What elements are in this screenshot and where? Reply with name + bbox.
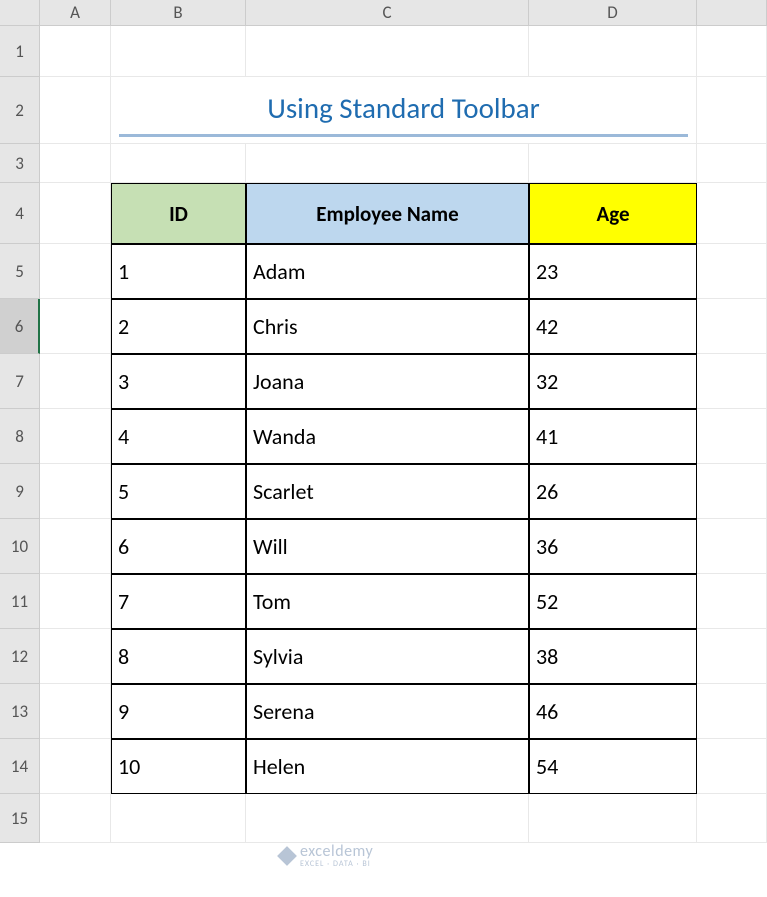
table-cell-id[interactable]: 1 bbox=[111, 244, 246, 299]
cell-C3[interactable] bbox=[246, 144, 529, 183]
col-header-C[interactable]: C bbox=[246, 0, 529, 26]
select-all-corner[interactable] bbox=[0, 0, 40, 26]
cell-A2[interactable] bbox=[40, 77, 111, 144]
table-cell-name[interactable]: Serena bbox=[246, 684, 529, 739]
cell-B1[interactable] bbox=[111, 26, 246, 77]
watermark: exceldemy EXCEL · DATA · BI bbox=[280, 842, 373, 869]
cell-E2[interactable] bbox=[697, 77, 767, 144]
table-cell-name[interactable]: Joana bbox=[246, 354, 529, 409]
cell-A14[interactable] bbox=[40, 739, 111, 794]
row-header-3[interactable]: 3 bbox=[0, 144, 40, 183]
row-header-9[interactable]: 9 bbox=[0, 464, 40, 519]
cell-E7[interactable] bbox=[697, 354, 767, 409]
table-cell-age[interactable]: 26 bbox=[529, 464, 697, 519]
table-cell-name[interactable]: Scarlet bbox=[246, 464, 529, 519]
watermark-sub: EXCEL · DATA · BI bbox=[300, 859, 373, 869]
row-header-11[interactable]: 11 bbox=[0, 574, 40, 629]
row-header-2[interactable]: 2 bbox=[0, 77, 40, 144]
cell-D3[interactable] bbox=[529, 144, 697, 183]
cell-A15[interactable] bbox=[40, 794, 111, 843]
row-header-5[interactable]: 5 bbox=[0, 244, 40, 299]
cell-E15[interactable] bbox=[697, 794, 767, 843]
table-cell-age[interactable]: 54 bbox=[529, 739, 697, 794]
table-cell-age[interactable]: 46 bbox=[529, 684, 697, 739]
cell-E5[interactable] bbox=[697, 244, 767, 299]
cell-D15[interactable] bbox=[529, 794, 697, 843]
table-cell-id[interactable]: 9 bbox=[111, 684, 246, 739]
table-cell-id[interactable]: 4 bbox=[111, 409, 246, 464]
cell-A11[interactable] bbox=[40, 574, 111, 629]
table-cell-age[interactable]: 52 bbox=[529, 574, 697, 629]
cell-A13[interactable] bbox=[40, 684, 111, 739]
cell-C1[interactable] bbox=[246, 26, 529, 77]
cell-B15[interactable] bbox=[111, 794, 246, 843]
row-header-13[interactable]: 13 bbox=[0, 684, 40, 739]
table-cell-id[interactable]: 6 bbox=[111, 519, 246, 574]
table-header-age[interactable]: Age bbox=[529, 183, 697, 244]
table-header-id[interactable]: ID bbox=[111, 183, 246, 244]
page-title: Using Standard Toolbar bbox=[119, 90, 688, 137]
table-cell-name[interactable]: Wanda bbox=[246, 409, 529, 464]
row-header-12[interactable]: 12 bbox=[0, 629, 40, 684]
row-header-6[interactable]: 6 bbox=[0, 299, 40, 354]
table-cell-name[interactable]: Sylvia bbox=[246, 629, 529, 684]
table-cell-age[interactable]: 42 bbox=[529, 299, 697, 354]
table-cell-name[interactable]: Tom bbox=[246, 574, 529, 629]
col-header-A[interactable]: A bbox=[40, 0, 111, 26]
table-cell-age[interactable]: 32 bbox=[529, 354, 697, 409]
table-cell-id[interactable]: 7 bbox=[111, 574, 246, 629]
cell-A8[interactable] bbox=[40, 409, 111, 464]
cell-A10[interactable] bbox=[40, 519, 111, 574]
table-cell-id[interactable]: 8 bbox=[111, 629, 246, 684]
table-cell-age[interactable]: 23 bbox=[529, 244, 697, 299]
cell-E12[interactable] bbox=[697, 629, 767, 684]
watermark-logo-icon bbox=[277, 846, 297, 866]
spreadsheet-grid: A B C D 1 2 Using Standard Toolbar 3 4 I… bbox=[0, 0, 767, 843]
title-merged-cell[interactable]: Using Standard Toolbar bbox=[111, 77, 697, 144]
table-cell-name[interactable]: Will bbox=[246, 519, 529, 574]
cell-C15[interactable] bbox=[246, 794, 529, 843]
cell-A4[interactable] bbox=[40, 183, 111, 244]
row-header-8[interactable]: 8 bbox=[0, 409, 40, 464]
cell-A3[interactable] bbox=[40, 144, 111, 183]
table-cell-age[interactable]: 41 bbox=[529, 409, 697, 464]
cell-E13[interactable] bbox=[697, 684, 767, 739]
row-header-7[interactable]: 7 bbox=[0, 354, 40, 409]
cell-E3[interactable] bbox=[697, 144, 767, 183]
cell-E10[interactable] bbox=[697, 519, 767, 574]
row-header-10[interactable]: 10 bbox=[0, 519, 40, 574]
cell-E6[interactable] bbox=[697, 299, 767, 354]
cell-A12[interactable] bbox=[40, 629, 111, 684]
table-cell-name[interactable]: Helen bbox=[246, 739, 529, 794]
col-header-B[interactable]: B bbox=[111, 0, 246, 26]
row-header-1[interactable]: 1 bbox=[0, 26, 40, 77]
table-cell-id[interactable]: 5 bbox=[111, 464, 246, 519]
cell-A5[interactable] bbox=[40, 244, 111, 299]
table-cell-id[interactable]: 3 bbox=[111, 354, 246, 409]
table-cell-name[interactable]: Adam bbox=[246, 244, 529, 299]
cell-E14[interactable] bbox=[697, 739, 767, 794]
row-header-4[interactable]: 4 bbox=[0, 183, 40, 244]
cell-E8[interactable] bbox=[697, 409, 767, 464]
cell-A6[interactable] bbox=[40, 299, 111, 354]
table-cell-age[interactable]: 36 bbox=[529, 519, 697, 574]
table-cell-id[interactable]: 2 bbox=[111, 299, 246, 354]
table-cell-id[interactable]: 10 bbox=[111, 739, 246, 794]
cell-B3[interactable] bbox=[111, 144, 246, 183]
table-cell-name[interactable]: Chris bbox=[246, 299, 529, 354]
cell-D1[interactable] bbox=[529, 26, 697, 77]
col-header-extra[interactable] bbox=[697, 0, 767, 26]
row-header-15[interactable]: 15 bbox=[0, 794, 40, 843]
row-header-14[interactable]: 14 bbox=[0, 739, 40, 794]
cell-E4[interactable] bbox=[697, 183, 767, 244]
table-header-name[interactable]: Employee Name bbox=[246, 183, 529, 244]
cell-A7[interactable] bbox=[40, 354, 111, 409]
cell-E1[interactable] bbox=[697, 26, 767, 77]
cell-E9[interactable] bbox=[697, 464, 767, 519]
cell-E11[interactable] bbox=[697, 574, 767, 629]
cell-A1[interactable] bbox=[40, 26, 111, 77]
cell-A9[interactable] bbox=[40, 464, 111, 519]
col-header-D[interactable]: D bbox=[529, 0, 697, 26]
table-cell-age[interactable]: 38 bbox=[529, 629, 697, 684]
